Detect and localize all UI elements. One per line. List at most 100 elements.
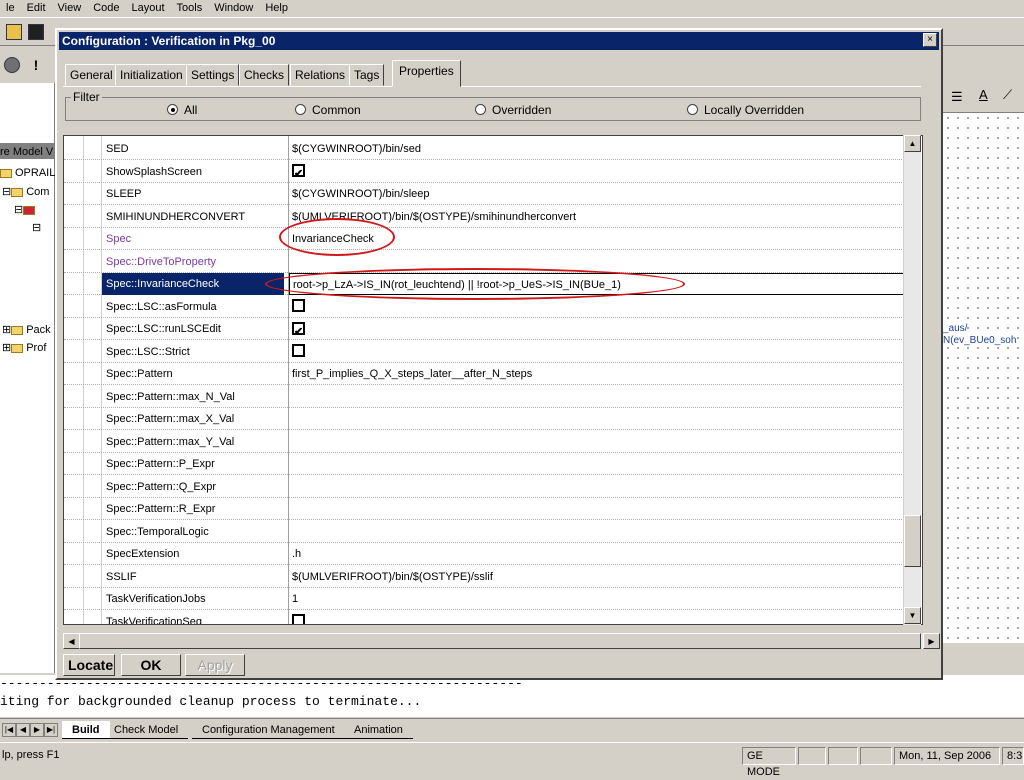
- property-checkbox[interactable]: [289, 341, 904, 363]
- filter-common-radio[interactable]: Common: [295, 103, 361, 117]
- property-value[interactable]: [289, 521, 904, 543]
- property-row[interactable]: Spec::TemporalLogic: [64, 521, 904, 543]
- property-value[interactable]: [289, 408, 904, 430]
- save-icon[interactable]: [28, 24, 44, 40]
- property-row[interactable]: SSLIF $(UMLVERIFROOT)/bin/$(OSTYPE)/sslif: [64, 566, 904, 588]
- menu-file[interactable]: le: [0, 0, 21, 16]
- tree-item-components[interactable]: ⊟ Com: [2, 185, 49, 198]
- dialog-title-bar[interactable]: Configuration : Verification in Pkg_00 ×: [59, 32, 939, 50]
- tab-settings[interactable]: Settings: [186, 64, 240, 86]
- property-checkbox[interactable]: [289, 161, 904, 183]
- scroll-down-icon[interactable]: ▼: [904, 607, 921, 624]
- filter-all-radio[interactable]: All: [167, 103, 197, 117]
- tree-item-project[interactable]: OPRAILI: [0, 167, 58, 179]
- scroll-thumb[interactable]: [904, 515, 921, 567]
- list-icon[interactable]: ☰: [951, 89, 963, 105]
- property-row[interactable]: ShowSplashScreen: [64, 161, 904, 183]
- property-checkbox[interactable]: [289, 318, 904, 340]
- menu-window[interactable]: Window: [208, 0, 259, 16]
- property-value[interactable]: [289, 453, 904, 475]
- property-row[interactable]: TaskVerificationJobs 1: [64, 588, 904, 610]
- expand-icon[interactable]: ⊟: [32, 222, 41, 234]
- prev-tab-icon[interactable]: ◀: [16, 723, 30, 737]
- text-format-icon[interactable]: A: [979, 87, 988, 102]
- tab-properties[interactable]: Properties: [392, 60, 461, 87]
- checked-box-icon[interactable]: [292, 321, 305, 340]
- property-row[interactable]: Spec::Pattern first_P_implies_Q_X_steps_l…: [64, 363, 904, 385]
- property-row[interactable]: Spec::Pattern::max_N_Val: [64, 386, 904, 408]
- property-value[interactable]: $(UMLVERIFROOT)/bin/$(OSTYPE)/sslif: [289, 566, 904, 588]
- expand-icon[interactable]: ⊞: [2, 324, 11, 336]
- diagram-canvas[interactable]: ☰ A ⟋ _aus/ N(ev_BUe0_soh: [943, 83, 1024, 643]
- menu-layout[interactable]: Layout: [125, 0, 170, 16]
- line-icon[interactable]: ⟋: [1003, 87, 1012, 103]
- tab-animation[interactable]: Animation: [344, 721, 413, 739]
- property-row[interactable]: Spec::Pattern::max_X_Val: [64, 408, 904, 430]
- unchecked-box-icon[interactable]: [292, 614, 305, 624]
- property-value[interactable]: [289, 476, 904, 498]
- property-row[interactable]: Spec::Pattern::R_Expr: [64, 498, 904, 520]
- property-checkbox[interactable]: [289, 296, 904, 318]
- property-value[interactable]: 1: [289, 588, 904, 610]
- property-row[interactable]: Spec::DriveToProperty: [64, 251, 904, 273]
- property-row[interactable]: Spec::LSC::asFormula: [64, 296, 904, 318]
- close-icon[interactable]: ×: [923, 33, 937, 47]
- property-row[interactable]: Spec::Pattern::max_Y_Val: [64, 431, 904, 453]
- property-row[interactable]: Spec::InvarianceCheck root->p_LzA->IS_IN(…: [64, 273, 904, 295]
- stop-icon[interactable]: [4, 57, 20, 73]
- property-value[interactable]: $(CYGWINROOT)/bin/sleep: [289, 183, 904, 205]
- property-value[interactable]: [289, 251, 904, 273]
- property-row[interactable]: SpecExtension .h: [64, 543, 904, 565]
- property-row[interactable]: Spec::LSC::runLSCEdit: [64, 318, 904, 340]
- menu-tools[interactable]: Tools: [171, 0, 209, 16]
- property-row[interactable]: Spec::Pattern::Q_Expr: [64, 476, 904, 498]
- tab-checks[interactable]: Checks: [239, 64, 290, 86]
- property-checkbox[interactable]: [289, 611, 904, 624]
- menu-help[interactable]: Help: [259, 0, 294, 16]
- tree-item-packages[interactable]: ⊞ Pack: [2, 323, 51, 336]
- menu-edit[interactable]: Edit: [21, 0, 52, 16]
- property-value[interactable]: root->p_LzA->IS_IN(rot_leuchtend) || !ro…: [289, 273, 904, 295]
- menu-code[interactable]: Code: [87, 0, 125, 16]
- tree-item-config[interactable]: ⊟: [32, 221, 41, 234]
- scroll-up-icon[interactable]: ▲: [904, 135, 921, 152]
- filter-locally-overridden-radio[interactable]: Locally Overridden: [687, 103, 804, 117]
- last-tab-icon[interactable]: ▶|: [44, 723, 58, 737]
- tab-configuration-management[interactable]: Configuration Management: [192, 721, 345, 739]
- horizontal-scrollbar[interactable]: ◀ ▶: [63, 633, 940, 649]
- filter-overridden-radio[interactable]: Overridden: [475, 103, 551, 117]
- tree-item-component[interactable]: ⊟: [14, 203, 38, 216]
- unchecked-box-icon[interactable]: [292, 344, 305, 358]
- next-tab-icon[interactable]: ▶: [30, 723, 44, 737]
- scroll-right-icon[interactable]: ▶: [923, 633, 940, 649]
- tab-check-model[interactable]: Check Model: [104, 721, 189, 739]
- exclamation-icon[interactable]: !: [28, 57, 44, 73]
- expand-icon[interactable]: ⊟: [14, 204, 23, 216]
- property-row[interactable]: Spec::LSC::Strict: [64, 341, 904, 363]
- unchecked-box-icon[interactable]: [292, 299, 305, 313]
- property-row[interactable]: TaskVerificationSeq: [64, 611, 904, 624]
- property-row[interactable]: Spec InvarianceCheck: [64, 228, 904, 250]
- scroll-left-icon[interactable]: ◀: [63, 633, 80, 649]
- property-value[interactable]: first_P_implies_Q_X_steps_later__after_N…: [289, 363, 904, 385]
- property-value[interactable]: InvarianceCheck: [289, 228, 904, 250]
- property-value[interactable]: $(CYGWINROOT)/bin/sed: [289, 138, 904, 160]
- property-value[interactable]: [289, 498, 904, 520]
- tab-relations[interactable]: Relations: [290, 64, 351, 86]
- apply-button[interactable]: Apply: [185, 654, 245, 676]
- property-row[interactable]: Spec::Pattern::P_Expr: [64, 453, 904, 475]
- property-row[interactable]: SMIHINUNDHERCONVERT $(UMLVERIFROOT)/bin/$…: [64, 206, 904, 228]
- menu-view[interactable]: View: [52, 0, 88, 16]
- tab-general[interactable]: General: [65, 64, 118, 86]
- property-value[interactable]: $(UMLVERIFROOT)/bin/$(OSTYPE)/smihinundh…: [289, 206, 904, 228]
- tab-initialization[interactable]: Initialization: [115, 64, 188, 86]
- locate-button[interactable]: Locate: [63, 654, 115, 676]
- property-row[interactable]: SED $(CYGWINROOT)/bin/sed: [64, 138, 904, 160]
- ok-button[interactable]: OK: [121, 654, 181, 676]
- tree-item-profiles[interactable]: ⊞ Prof: [2, 341, 46, 354]
- property-value[interactable]: [289, 386, 904, 408]
- open-folder-icon[interactable]: [6, 24, 22, 40]
- property-value[interactable]: .h: [289, 543, 904, 565]
- tab-tags[interactable]: Tags: [349, 64, 385, 86]
- first-tab-icon[interactable]: |◀: [2, 723, 16, 737]
